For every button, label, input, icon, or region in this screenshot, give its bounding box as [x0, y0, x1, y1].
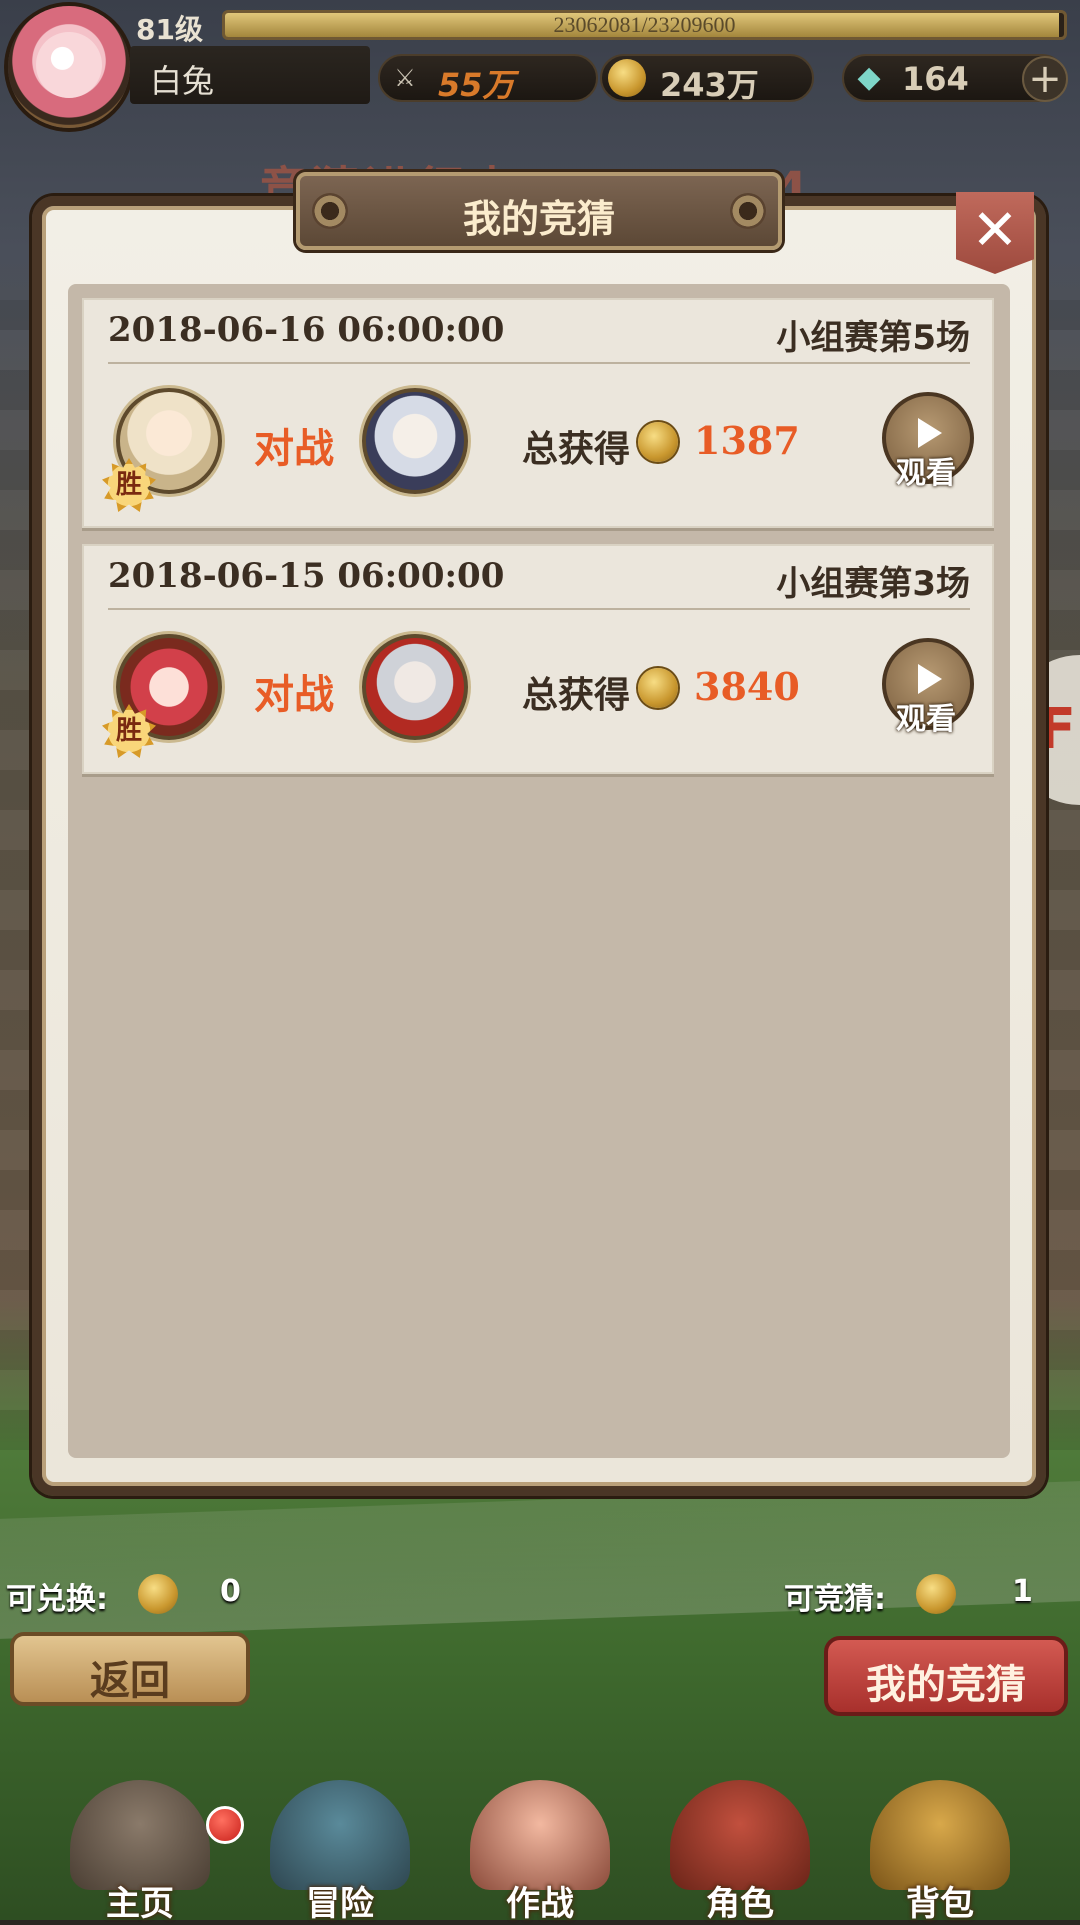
close-button[interactable]: ✕ — [956, 192, 1034, 274]
vs-label: 对战 — [254, 426, 334, 472]
coin-icon — [638, 668, 678, 708]
right-team-portrait[interactable] — [362, 634, 468, 740]
nav-backpack[interactable]: 背包 — [840, 1770, 1040, 1924]
my-guess-label: 我的竞猜 — [866, 1662, 1026, 1708]
home-icon — [70, 1780, 210, 1890]
coin-icon — [138, 1574, 178, 1614]
back-label: 返回 — [90, 1658, 170, 1704]
bottom-nav: 主页 冒险 作战 角色 背包 — [0, 1770, 1080, 1924]
player-avatar[interactable] — [8, 6, 130, 128]
match-date: 2018-06-15 06:00:00 — [108, 556, 505, 596]
guess-entry: 2018-06-16 06:00:00 小组赛第5场 胜 对战 总获得 1387… — [82, 298, 994, 528]
total-earned-label: 总获得 — [522, 429, 631, 470]
match-stage: 小组赛第3场 — [776, 564, 970, 604]
coin-icon — [638, 422, 678, 462]
top-hud: 81级 23062081/23209600 白兔 ⚔ 55万 243万 ◆ 16… — [0, 0, 1080, 130]
avatar-face — [36, 32, 102, 98]
nav-label: 冒险 — [306, 1884, 374, 1924]
exchangeable-value: 0 — [220, 1574, 241, 1609]
watch-label: 观看 — [896, 456, 956, 491]
exp-text: 23062081/23209600 — [553, 12, 736, 37]
field-path — [0, 1481, 1080, 1639]
gold-stat: 243万 — [600, 54, 814, 104]
backpack-icon — [870, 1780, 1010, 1890]
notification-dot — [206, 1806, 244, 1844]
earned-amount: 3840 — [694, 664, 800, 709]
watch-label: 观看 — [896, 702, 956, 737]
add-gems-button[interactable]: + — [1022, 56, 1068, 102]
my-guess-button[interactable]: 我的竞猜 — [824, 1636, 1068, 1716]
crossed-swords-icon: ⚔ — [394, 64, 416, 92]
exchangeable-label: 可兑换: — [6, 1582, 108, 1617]
divider — [108, 608, 970, 610]
right-team-portrait[interactable] — [362, 388, 468, 494]
gem-icon: ◆ — [857, 60, 881, 95]
nav-label: 角色 — [706, 1884, 774, 1924]
play-icon — [918, 664, 942, 694]
coin-icon — [916, 1574, 956, 1614]
nav-label: 背包 — [906, 1884, 974, 1924]
match-stage: 小组赛第5场 — [776, 318, 970, 358]
total-earned-label: 总获得 — [522, 675, 631, 716]
gold-coin-icon — [608, 59, 646, 97]
match-date: 2018-06-16 06:00:00 — [108, 310, 505, 350]
divider — [108, 362, 970, 364]
dialog-title: 我的竞猜 — [462, 197, 615, 241]
nav-home[interactable]: 主页 — [40, 1770, 240, 1924]
nav-adventure[interactable]: 冒险 — [240, 1770, 440, 1924]
nav-battle[interactable]: 作战 — [440, 1770, 640, 1924]
guessable-value: 1 — [1012, 1574, 1033, 1609]
watch-replay-button[interactable]: 观看 — [882, 638, 974, 737]
name-plate: 白兔 — [130, 46, 370, 104]
back-button[interactable]: 返回 — [10, 1632, 250, 1706]
nav-label: 主页 — [106, 1884, 174, 1924]
power-stat: ⚔ 55万 — [378, 54, 598, 104]
dialog-title-bar: 我的竞猜 — [296, 172, 782, 250]
vs-label: 对战 — [254, 672, 334, 718]
power-value: 55万 — [438, 66, 515, 104]
nav-character[interactable]: 角色 — [640, 1770, 840, 1924]
character-icon — [670, 1780, 810, 1890]
nav-label: 作战 — [506, 1884, 574, 1924]
player-name: 白兔 — [150, 62, 215, 100]
gem-value: 164 — [902, 60, 969, 98]
player-level: 81级 — [136, 13, 203, 46]
play-icon — [918, 418, 942, 448]
guessable-label: 可竞猜: — [784, 1582, 886, 1617]
gold-value: 243万 — [660, 66, 759, 104]
exp-bar: 23062081/23209600 — [222, 10, 1067, 40]
close-icon: ✕ — [971, 198, 1019, 263]
watch-replay-button[interactable]: 观看 — [882, 392, 974, 491]
battle-icon — [470, 1780, 610, 1890]
earned-amount: 1387 — [694, 418, 800, 463]
guess-entry: 2018-06-15 06:00:00 小组赛第3场 胜 对战 总获得 3840… — [82, 544, 994, 774]
adventure-icon — [270, 1780, 410, 1890]
